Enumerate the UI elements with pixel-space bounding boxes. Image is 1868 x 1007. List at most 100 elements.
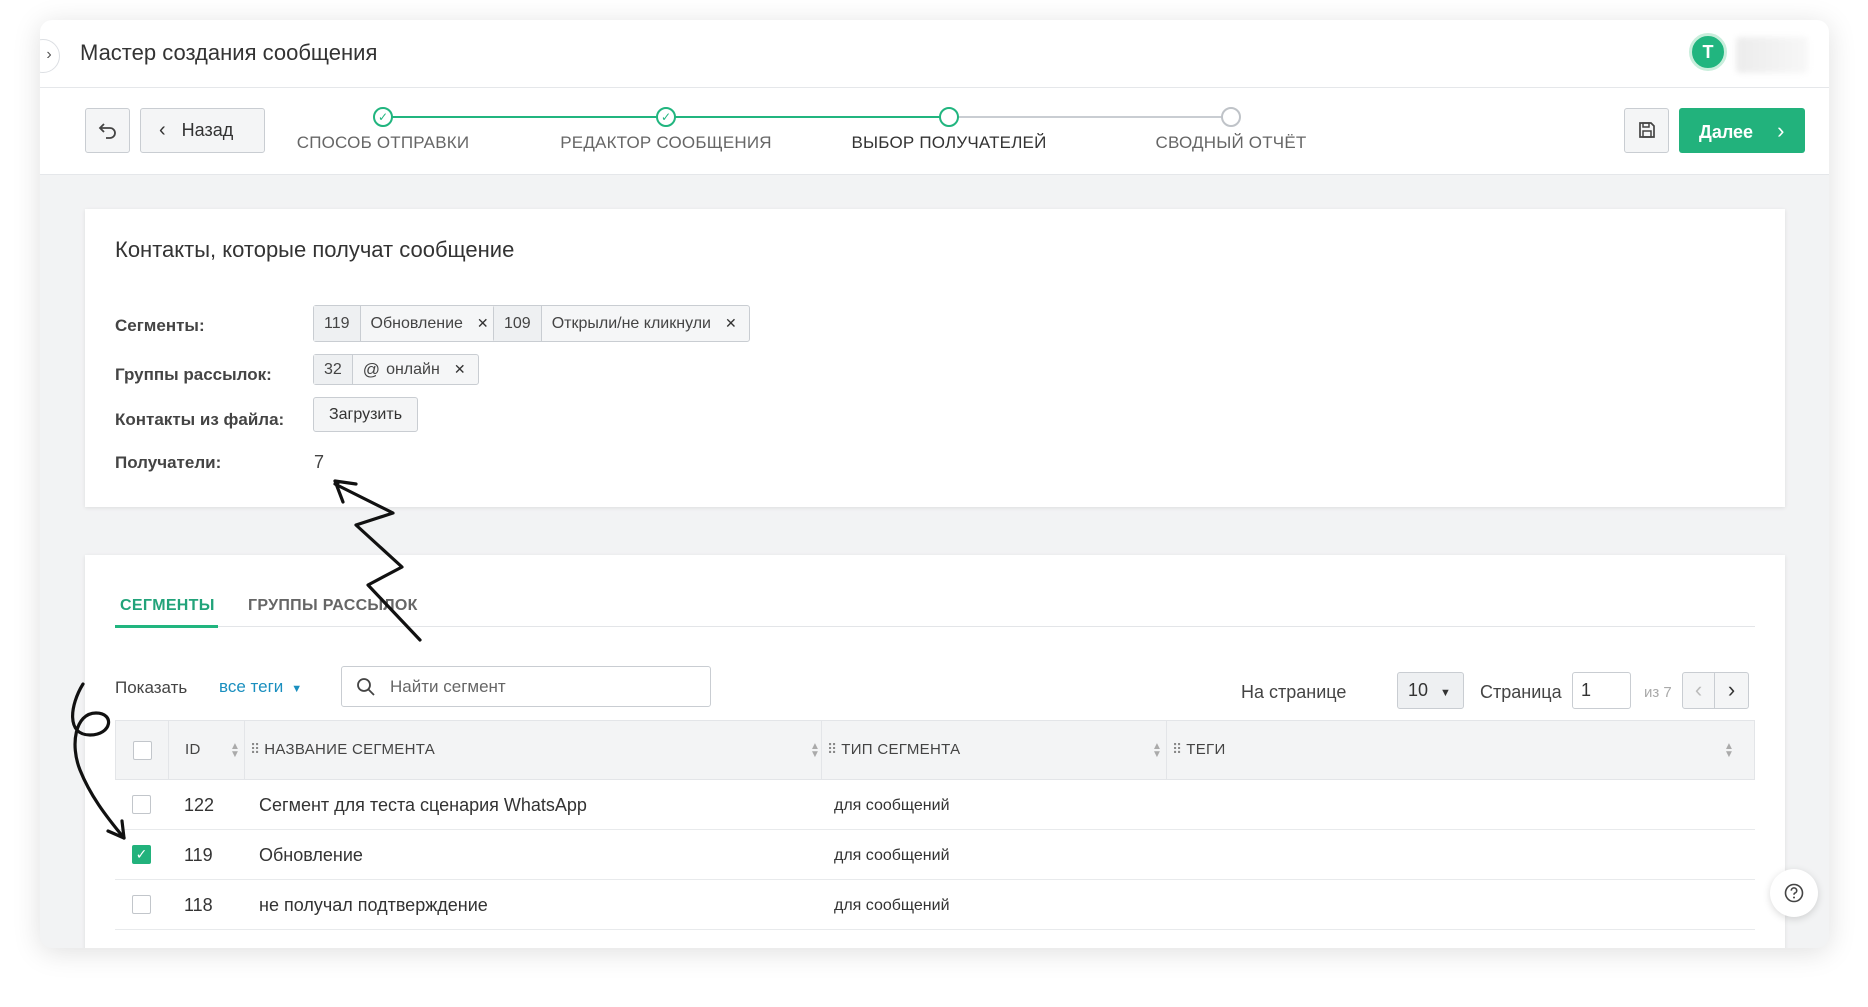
- back-label: Назад: [181, 120, 234, 140]
- step-2-check-icon: ✓: [656, 107, 676, 127]
- segments-label: Сегменты:: [115, 316, 205, 335]
- row-name: Сегмент для теста сценария WhatsApp: [259, 795, 587, 815]
- next-button[interactable]: Далее ›: [1679, 108, 1805, 153]
- recipients-count: 7: [314, 452, 325, 472]
- segment-chip: 109 Открыли/не кликнули ✕: [493, 305, 750, 342]
- tab-mailing-groups[interactable]: ГРУППЫ РАССЫЛОК: [248, 597, 418, 615]
- sidebar-toggle-button[interactable]: ›: [40, 39, 60, 73]
- group-chip-name-wrap: @ онлайн: [353, 360, 450, 380]
- table-header: ID ▲ ▼ ⠿ НАЗВАНИЕ СЕГМЕНТА ▲ ▼ ⠿ ТИП СЕГМЕНТ…: [115, 720, 1755, 780]
- column-header-tags-label: ТЕГИ: [1186, 741, 1226, 758]
- recipients-label: Получатели:: [115, 453, 222, 472]
- column-header-name-label: НАЗВАНИЕ СЕГМЕНТА: [264, 741, 436, 758]
- undo-button[interactable]: [85, 108, 130, 153]
- group-chip-id: 32: [314, 355, 353, 384]
- show-label: Показать: [115, 678, 188, 697]
- app-window: › Мастер создания сообщения T ‹ Назад ✓ ✓…: [40, 20, 1829, 948]
- groups-label: Группы рассылок:: [115, 365, 272, 384]
- column-header-type[interactable]: ⠿ ТИП СЕГМЕНТА: [827, 741, 960, 758]
- tab-segments-label: СЕГМЕНТЫ: [120, 597, 215, 614]
- drag-handle-icon[interactable]: ⠿: [1172, 741, 1182, 757]
- tab-segments[interactable]: СЕГМЕНТЫ: [115, 597, 218, 628]
- segment-chip-name: Обновление: [370, 314, 463, 332]
- user-name-blurred: [1736, 37, 1808, 73]
- avatar[interactable]: T: [1689, 33, 1727, 71]
- step-1-check-icon: ✓: [373, 107, 393, 127]
- page-total: из 7: [1644, 684, 1672, 701]
- step-4-indicator: [1221, 107, 1241, 127]
- segment-chip: 119 Обновление ✕: [313, 305, 502, 342]
- group-chip-name: онлайн: [386, 360, 440, 378]
- step-label-send-method[interactable]: СПОСОБ ОТПРАВКИ: [253, 133, 513, 153]
- save-icon: [1638, 122, 1655, 138]
- contacts-title: Контакты, которые получат сообщение: [115, 237, 515, 262]
- save-button[interactable]: [1624, 108, 1669, 153]
- table-row[interactable]: ✓ 119 Обновление для сообщений: [115, 830, 1755, 880]
- wizard-bar: ‹ Назад ✓ ✓ СПОСОБ ОТПРАВКИ РЕДАКТОР СООБ…: [40, 88, 1829, 175]
- sort-icon[interactable]: ▲ ▼: [1152, 742, 1162, 760]
- check-icon: ✓: [135, 846, 148, 862]
- row-type: для сообщений: [834, 797, 950, 814]
- row-name: не получал подтверждение: [259, 895, 488, 915]
- help-button[interactable]: [1770, 869, 1818, 917]
- table-row[interactable]: 118 не получал подтверждение для сообщен…: [115, 880, 1755, 930]
- select-all-checkbox[interactable]: [133, 741, 152, 760]
- table-row[interactable]: 122 Сегмент для теста сценария WhatsApp …: [115, 780, 1755, 830]
- chevron-right-icon: ›: [1727, 677, 1736, 702]
- column-header-id[interactable]: ID: [185, 741, 201, 758]
- prev-page-button[interactable]: ‹: [1682, 672, 1715, 709]
- segment-search[interactable]: [341, 666, 711, 707]
- page-title: Мастер создания сообщения: [80, 40, 378, 65]
- search-input[interactable]: [390, 667, 690, 706]
- column-divider: [1166, 721, 1167, 779]
- next-label: Далее: [1699, 122, 1754, 142]
- sort-icon[interactable]: ▲ ▼: [230, 742, 240, 760]
- column-header-type-label: ТИП СЕГМЕНТА: [841, 741, 961, 758]
- chevron-right-icon: ›: [1777, 118, 1785, 143]
- tags-filter-value: все теги: [219, 677, 284, 696]
- row-checkbox-checked[interactable]: ✓: [132, 845, 151, 864]
- segment-chip-id: 109: [494, 306, 542, 341]
- step-label-recipients[interactable]: ВЫБОР ПОЛУЧАТЕЛЕЙ: [819, 133, 1079, 153]
- step-label-summary[interactable]: СВОДНЫЙ ОТЧЁТ: [1101, 133, 1361, 153]
- row-checkbox[interactable]: [132, 795, 151, 814]
- file-contacts-label: Контакты из файла:: [115, 410, 285, 429]
- row-id: 118: [184, 895, 213, 915]
- caret-down-icon: ▼: [1440, 687, 1451, 699]
- undo-icon: [98, 123, 116, 139]
- per-page-label: На странице: [1241, 682, 1347, 702]
- chevron-left-icon: ‹: [159, 119, 166, 141]
- close-icon[interactable]: ✕: [450, 361, 478, 378]
- close-icon[interactable]: ✕: [721, 315, 749, 332]
- per-page-value: 10: [1408, 680, 1429, 700]
- chevron-left-icon: ‹: [1694, 677, 1703, 702]
- page-label: Страница: [1480, 682, 1562, 702]
- row-id: 122: [184, 795, 215, 815]
- row-type: для сообщений: [834, 897, 950, 914]
- progress-line-todo: [950, 116, 1231, 118]
- sort-icon[interactable]: ▲ ▼: [1724, 742, 1734, 760]
- active-tab-underline: [115, 625, 218, 628]
- page-input[interactable]: [1572, 672, 1631, 709]
- row-checkbox[interactable]: [132, 895, 151, 914]
- search-icon: [357, 678, 375, 696]
- row-type: для сообщений: [834, 847, 950, 864]
- group-chip: 32 @ онлайн ✕: [313, 354, 479, 385]
- title-bar: › Мастер создания сообщения T: [40, 20, 1829, 88]
- upload-button[interactable]: Загрузить: [313, 397, 418, 432]
- tab-bar: СЕГМЕНТЫ ГРУППЫ РАССЫЛОК: [115, 585, 1755, 628]
- tags-filter-dropdown[interactable]: все теги ▼: [219, 677, 302, 697]
- column-header-tags[interactable]: ⠿ ТЕГИ: [1172, 741, 1226, 758]
- segment-chip-id: 119: [314, 306, 361, 341]
- sort-icon[interactable]: ▲ ▼: [810, 742, 820, 760]
- back-button[interactable]: ‹ Назад: [140, 108, 265, 153]
- column-header-name[interactable]: ⠿ НАЗВАНИЕ СЕГМЕНТА: [250, 741, 435, 758]
- per-page-select[interactable]: 10 ▼: [1397, 672, 1464, 709]
- next-page-button[interactable]: ›: [1714, 672, 1749, 709]
- segments-card: СЕГМЕНТЫ ГРУППЫ РАССЫЛОК Показать все те…: [85, 555, 1785, 948]
- step-label-message-editor[interactable]: РЕДАКТОР СООБЩЕНИЯ: [536, 133, 796, 153]
- drag-handle-icon[interactable]: ⠿: [250, 741, 260, 757]
- drag-handle-icon[interactable]: ⠿: [827, 741, 837, 757]
- step-3-indicator: [939, 107, 959, 127]
- row-id: 119: [184, 845, 213, 865]
